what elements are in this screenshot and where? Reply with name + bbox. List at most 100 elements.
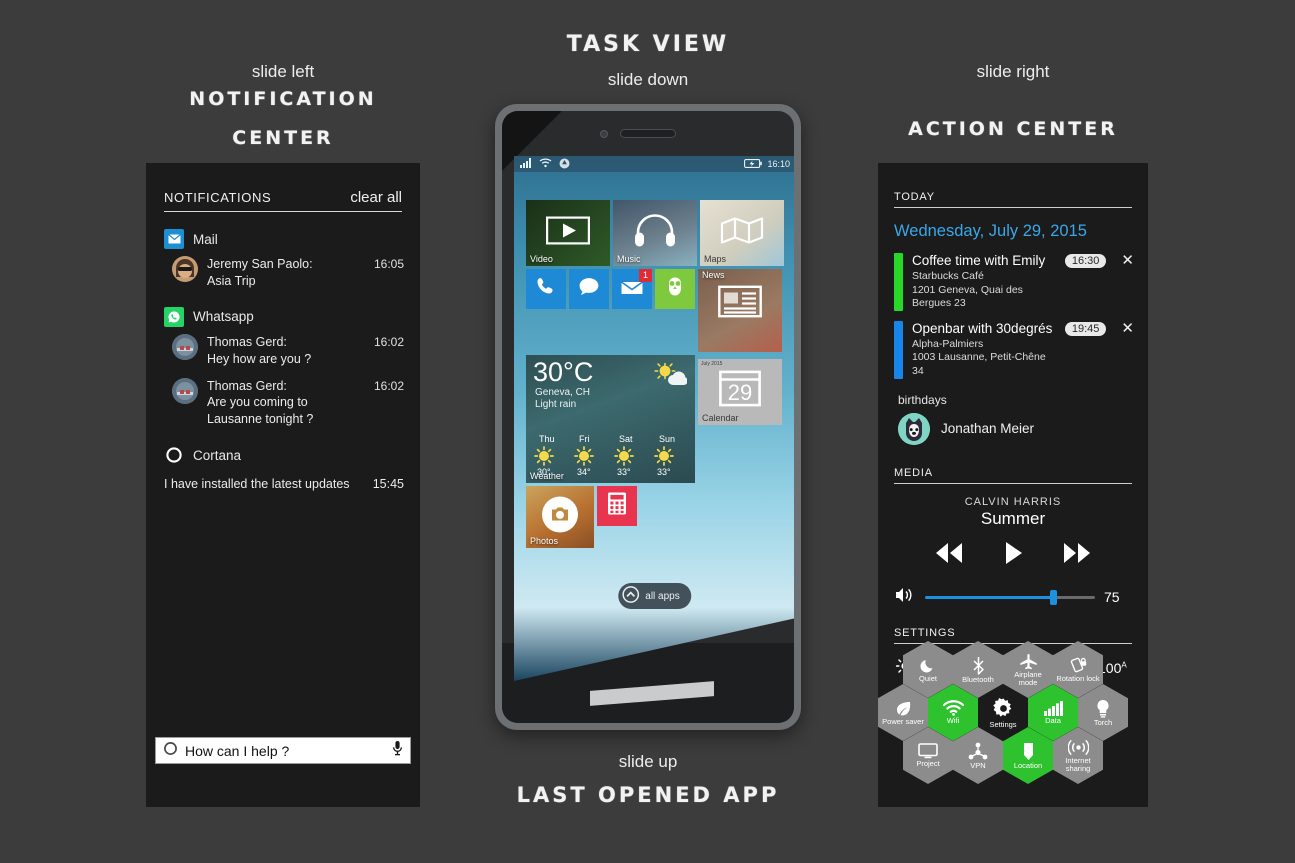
rewind-icon[interactable] [926, 540, 972, 571]
notification-item[interactable]: Thomas Gerd: Hey how are you ? 16:02 [172, 333, 404, 368]
tile-messages[interactable] [569, 269, 609, 309]
tile-photos[interactable]: Photos [526, 486, 594, 548]
tile-phone[interactable] [526, 269, 566, 309]
tile-row: Video Music Maps [526, 200, 784, 266]
notification-time: 16:05 [373, 257, 404, 271]
avatar [898, 412, 930, 445]
event-title: Openbar with 30degrés [912, 320, 1053, 336]
gear-icon [992, 697, 1015, 720]
toggle-label: VPN [970, 760, 986, 770]
rotation-lock-icon [1069, 656, 1088, 674]
notification-center-panel: NOTIFICATIONS clear all Mail Jeremy San … [146, 163, 420, 807]
calculator-icon [607, 492, 627, 521]
notification-app-name: Cortana [193, 447, 242, 463]
notifications-header: NOTIFICATIONS clear all [164, 189, 402, 212]
all-apps-button[interactable]: all apps [618, 583, 692, 609]
event-time: 16:30 [1064, 254, 1107, 268]
birthday-item[interactable]: Jonathan Meier [898, 412, 1148, 445]
birthdays-label: birthdays [898, 392, 947, 407]
location-pin-icon [1021, 742, 1036, 761]
event-color-bar [894, 320, 903, 379]
media-track-title: Summer [980, 508, 1046, 528]
volume-slider-row[interactable]: 75 [894, 586, 1134, 609]
calendar-event[interactable]: Coffee time with Emily Starbucks Café 12… [894, 253, 1136, 311]
toggle-label: Quiet [919, 673, 937, 683]
annotation-notification-center-line1: NOTIFICATION [189, 88, 377, 110]
notification-item[interactable]: Thomas Gerd: Are you coming to Lausanne … [172, 377, 404, 429]
tile-weather[interactable]: 30°C Geneva, CH Light rain Thu Fri Sat S… [526, 355, 695, 483]
volume-knob[interactable] [1049, 589, 1057, 605]
news-icon [718, 285, 762, 322]
notification-app-header[interactable]: Whatsapp [164, 306, 420, 327]
forecast-day: Sun [659, 434, 676, 444]
forecast-high: 34° [577, 467, 591, 477]
volume-rest [1052, 595, 1095, 599]
status-clock: 16:10 [767, 159, 790, 169]
toggle-label: Data [1045, 715, 1061, 725]
tile-calendar[interactable]: July 2015 29 Calendar [698, 359, 782, 425]
event-place: Alpha-Palmiers [912, 337, 984, 350]
weather-location: Geneva, CH [535, 387, 591, 398]
toggle-label: Rotation lock [1056, 674, 1100, 684]
annotation-slide-left: slide left [251, 62, 315, 81]
event-title: Coffee time with Emily [912, 253, 1046, 268]
badge-count: 1 [639, 269, 652, 282]
toggle-label: Internet sharing [1065, 755, 1091, 773]
cortana-search-box[interactable]: How can I help ? [155, 737, 411, 764]
tile-maps[interactable]: Maps [700, 200, 784, 266]
tile-label: Weather [530, 471, 564, 481]
whatsapp-icon [164, 306, 184, 327]
speaker-icon [894, 586, 916, 609]
media-header: MEDIA [894, 467, 1132, 484]
tile-grid: Video Music Maps 1 News 30°C Geneva, CH … [526, 200, 784, 551]
vpn-icon [968, 742, 988, 761]
volume-track[interactable] [925, 589, 1095, 605]
tile-video[interactable]: Video [526, 200, 610, 266]
tile-duolingo[interactable] [655, 269, 695, 309]
mail-icon [164, 229, 184, 249]
signal-bars-icon [1043, 700, 1063, 716]
notification-app-header[interactable]: Mail [164, 229, 420, 249]
tile-label: Maps [704, 254, 727, 264]
annotation-action-center: ACTION CENTER [908, 118, 1118, 140]
monitor-icon [918, 743, 938, 759]
notification-app-header[interactable]: Cortana [164, 445, 420, 465]
annotation-notification-center-line2: CENTER [232, 127, 334, 149]
tile-news[interactable]: News [698, 269, 782, 352]
notification-item[interactable]: Jeremy San Paolo: Asia Trip 16:05 [172, 256, 404, 290]
event-place: Starbucks Café [912, 269, 984, 282]
notification-app-name: Mail [193, 231, 218, 247]
tile-mail[interactable]: 1 [612, 269, 652, 309]
media-controls [912, 539, 1114, 572]
tile-label: News [702, 270, 725, 280]
notification-sender: Thomas Gerd: [207, 378, 287, 393]
cortana-search-input[interactable]: How can I help ? [185, 743, 385, 759]
play-icon[interactable] [1001, 539, 1025, 572]
leaf-icon [894, 700, 913, 717]
microphone-icon[interactable] [392, 740, 403, 761]
avatar [172, 333, 198, 360]
tile-label: Calendar [702, 413, 739, 423]
event-address: 1003 Lausanne, Petit-Chêne 34 [912, 351, 1046, 377]
close-icon[interactable]: ✕ [1121, 321, 1134, 336]
tile-calculator[interactable] [597, 486, 637, 526]
notification-message: Asia Trip [207, 273, 256, 288]
close-icon[interactable]: ✕ [1121, 253, 1134, 268]
notification-message: Are you coming to Lausanne tonight ? [207, 395, 314, 427]
chevron-up-circle-icon [622, 586, 640, 606]
clear-all-button[interactable]: clear all [350, 189, 402, 206]
fast-forward-icon[interactable] [1054, 540, 1100, 571]
phone-device: 16:10 Video Music Maps 1 News 30°C Genev… [495, 104, 801, 730]
notification-item[interactable]: I have installed the latest updates 15:4… [164, 477, 404, 491]
phone-screen[interactable]: 16:10 Video Music Maps 1 News 30°C Genev… [514, 156, 794, 681]
media-artist: CALVIN HARRIS [964, 495, 1062, 508]
calendar-month-label: July 2015 [701, 361, 723, 367]
wifi-icon [942, 700, 964, 716]
calendar-event[interactable]: Openbar with 30degrés Alpha-Palmiers 100… [894, 320, 1136, 379]
toggle-label: Wifi [946, 716, 960, 726]
avatar [172, 256, 198, 282]
video-play-icon [545, 216, 591, 250]
notification-group-mail: Mail Jeremy San Paolo: Asia Trip 16:05 [146, 229, 420, 290]
tile-music[interactable]: Music [613, 200, 697, 266]
front-camera-icon [600, 130, 608, 138]
